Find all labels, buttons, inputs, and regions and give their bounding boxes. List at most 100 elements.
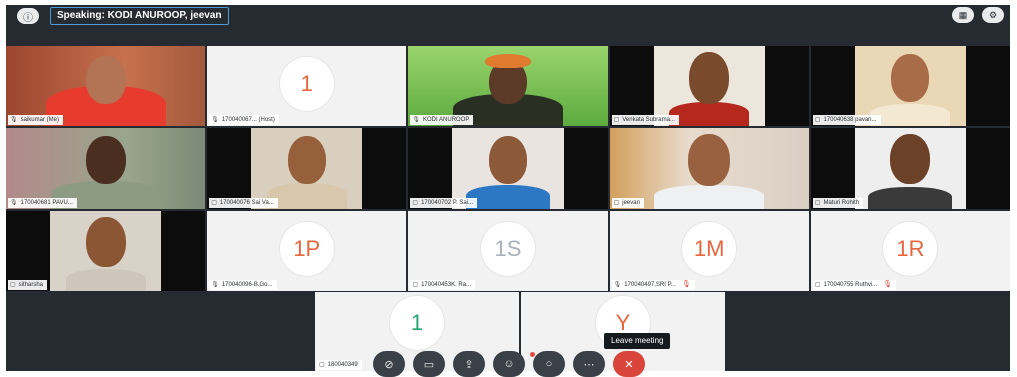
mic-icon: ▢	[412, 199, 419, 206]
participant-label: ▢ sitharsha	[8, 280, 48, 290]
mic-icon: 🎙	[211, 282, 219, 288]
person-body	[654, 184, 765, 209]
participant-label: ▢ 170040453K. Ra...	[410, 280, 476, 290]
speaking-indicator: Speaking: KODI ANUROOP, jeevan	[50, 7, 229, 25]
person-head	[890, 134, 931, 185]
participant-tile[interactable]: ▢ jeevan	[609, 128, 809, 209]
meeting-window: ⓘ Speaking: KODI ANUROOP, jeevan ▦ ⚙ 🎙 sa…	[6, 5, 1010, 371]
participant-name: 170040755 Ruthvi...	[823, 282, 878, 288]
person-body	[868, 186, 953, 209]
participant-tile[interactable]: 1 🎙 170040067... (Host)	[207, 46, 407, 127]
participant-tile[interactable]: ▢ 170040702 P. Sai...	[408, 128, 608, 209]
person-head	[85, 56, 126, 104]
video-grid: 🎙 saikumar (Me) 1 🎙 170040067... (Host) 🎙 K…	[6, 46, 1010, 291]
mic-icon: 🎙	[412, 117, 421, 124]
leave-meeting-button[interactable]: ✕	[613, 351, 645, 377]
video-feed	[408, 46, 608, 127]
mic-icon: ▢	[814, 117, 821, 124]
participant-label: 🎙 saikumar (Me)	[8, 115, 63, 126]
participant-label: ▢ 170040638 pavan...	[812, 115, 881, 126]
participant-avatar: 1	[279, 56, 334, 111]
participant-tile[interactable]: 🎙 170040681 PAVU...	[6, 128, 206, 209]
person-head	[689, 52, 730, 104]
participant-tile[interactable]: 1M 🎙 170040497,SRI P... 🎙	[609, 210, 809, 291]
participant-name: saikumar (Me)	[20, 117, 59, 124]
participant-name: 170040067... (Host)	[221, 117, 275, 124]
hair-band	[484, 54, 531, 68]
participant-avatar: 1P	[279, 221, 334, 276]
video-feed	[207, 128, 407, 209]
chat-icon[interactable]: ○	[533, 351, 565, 377]
participant-label: 🎙 KODI ANUROOP	[410, 115, 474, 126]
participant-name: KODI ANUROOP	[423, 117, 470, 124]
person-head	[287, 136, 326, 185]
participant-name: 170040096-B.Go...	[221, 282, 273, 288]
video-feed	[408, 128, 608, 209]
mic-icon: 🎙	[613, 282, 622, 288]
mic-icon: ▢	[10, 282, 16, 288]
participant-name: 170040497,SRI P...	[624, 282, 676, 288]
participant-label: ▢ 180040349	[317, 360, 362, 370]
person-body	[65, 269, 146, 291]
participant-label: 🎙 170040067... (Host)	[209, 115, 279, 126]
more-icon[interactable]: ⋯	[573, 351, 605, 377]
participant-tile[interactable]: 🎙 KODI ANUROOP	[408, 46, 608, 127]
info-icon[interactable]: ⓘ	[17, 8, 39, 24]
participant-tile[interactable]: 1S ▢ 170040453K. Ra...	[408, 210, 608, 291]
top-bar: ⓘ Speaking: KODI ANUROOP, jeevan ▦ ⚙	[6, 5, 1010, 45]
mic-icon: ▢	[319, 362, 325, 368]
grid-view-icon[interactable]: ▦	[952, 7, 974, 23]
participant-label: 🎙 170040497,SRI P... 🎙	[611, 280, 695, 290]
participant-avatar: 1R	[883, 221, 938, 276]
participant-name: sitharsha	[18, 282, 44, 288]
participant-tile[interactable]: ▢ Venkata Subrama...	[609, 46, 809, 127]
video-feed	[810, 128, 1010, 209]
mic-icon: 🎙	[10, 117, 18, 124]
person-body	[266, 182, 347, 209]
mic-icon: ▢	[613, 117, 620, 124]
participant-tile[interactable]: 1R ▢ 170040755 Ruthvi... 🎙	[810, 210, 1010, 291]
participant-tile[interactable]: ▢ 170040076 Sai Va...	[207, 128, 407, 209]
muted-mic-icon: 🎙	[681, 281, 691, 288]
mic-icon: ▢	[211, 199, 217, 206]
participant-name: 170040076 Sai Va...	[219, 199, 274, 206]
participant-tile[interactable]: 🎙 saikumar (Me)	[6, 46, 206, 127]
participant-tile[interactable]: ▢ Maturi Rohith	[810, 128, 1010, 209]
mic-icon: ▢	[412, 282, 419, 288]
participant-name: 180040349	[327, 362, 358, 368]
participant-name: 170040702 P. Sai...	[421, 199, 473, 206]
participant-label: 🎙 170040096-B.Go...	[209, 280, 277, 290]
participant-avatar: 1M	[682, 221, 737, 276]
mic-icon: ▢	[814, 199, 821, 206]
participant-name: Maturi Rohith	[823, 199, 860, 206]
participant-label: 🎙 170040681 PAVU...	[8, 197, 77, 208]
participant-tile[interactable]: ▢ sitharsha	[6, 210, 206, 291]
person-body	[465, 184, 550, 209]
participant-tile[interactable]: 1P 🎙 170040096-B.Go...	[207, 210, 407, 291]
participant-label: ▢ 170040076 Sai Va...	[209, 197, 278, 208]
video-feed	[6, 46, 206, 127]
leave-meeting-tooltip: Leave meeting	[604, 333, 671, 349]
mic-icon: 🎙	[10, 199, 18, 206]
settings-icon[interactable]: ⚙	[982, 7, 1004, 23]
participant-name: 170040453K. Ra...	[421, 282, 472, 288]
participants-icon[interactable]: ☺	[493, 351, 525, 377]
participant-label: ▢ jeevan	[611, 197, 644, 208]
mic-icon: 🎙	[211, 117, 219, 124]
video-feed	[810, 46, 1010, 127]
video-feed	[6, 210, 206, 291]
mic-icon: ▢	[613, 199, 620, 206]
mic-off-icon[interactable]: ⊘	[373, 351, 405, 377]
participant-label: ▢ 170040755 Ruthvi... 🎙	[812, 280, 897, 290]
participant-name: 170040681 PAVU...	[20, 199, 73, 206]
muted-mic-icon: 🎙	[883, 281, 893, 288]
person-head	[85, 136, 126, 185]
person-head	[85, 216, 126, 267]
person-body	[669, 102, 750, 127]
person-body	[870, 104, 951, 127]
video-off-icon[interactable]: ▭	[413, 351, 445, 377]
participant-tile[interactable]: ▢ 170040638 pavan...	[810, 46, 1010, 127]
mic-icon: ▢	[814, 282, 821, 288]
share-screen-icon[interactable]: ⇪	[453, 351, 485, 377]
video-feed	[6, 128, 206, 209]
